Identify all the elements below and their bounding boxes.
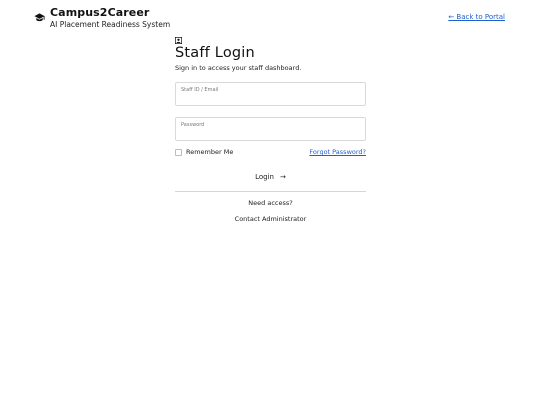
back-to-portal-link[interactable]: ← Back to Portal [448,13,505,21]
remember-me[interactable]: Remember Me [175,148,233,156]
login-title: Staff Login [175,45,255,61]
graduation-cap-icon [34,13,45,22]
login-button-label: Login [255,173,274,181]
remember-row: Remember Me Forgot Password? [175,148,366,156]
brand-text: Campus2Career AI Placement Readiness Sys… [50,6,170,30]
arrow-right-icon: → [280,173,286,181]
remember-me-label: Remember Me [186,148,234,156]
forgot-password-link[interactable]: Forgot Password? [309,148,366,156]
brand-title: Campus2Career [50,6,150,19]
password-input[interactable] [181,128,360,137]
brand-subtitle: AI Placement Readiness System [50,20,171,29]
remember-me-checkbox[interactable] [175,148,182,156]
id-badge-icon [175,37,182,44]
page: Campus2Career AI Placement Readiness Sys… [0,0,540,405]
brand: Campus2Career AI Placement Readiness Sys… [34,6,170,30]
password-field[interactable]: Password [175,117,366,141]
staff-id-field[interactable]: Staff ID / Email [175,82,366,106]
need-access-text: Need access? [248,199,293,207]
staff-id-input[interactable] [181,93,360,102]
login-button[interactable]: Login → [175,171,366,183]
contact-administrator-link[interactable]: Contact Administrator [175,215,366,223]
login-subtitle: Sign in to access your staff dashboard. [175,64,302,72]
divider [175,191,366,192]
login-card: Staff Login Sign in to access your staff… [175,37,366,223]
